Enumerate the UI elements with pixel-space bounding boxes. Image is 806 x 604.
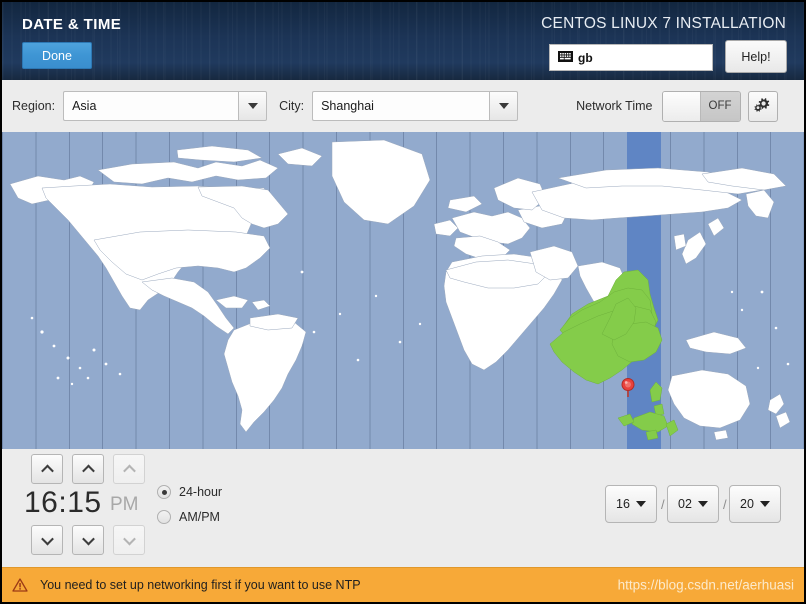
chevron-down-icon [759, 501, 770, 507]
date-separator-2: / [723, 497, 727, 512]
day-dropdown[interactable]: 16 [605, 485, 657, 523]
ntp-config-button[interactable] [747, 90, 778, 122]
done-button-label: Done [42, 48, 72, 63]
radio-24-hour-label: 24-hour [179, 485, 223, 499]
radio-am-pm-label: AM/PM [179, 510, 220, 524]
radio-button-indicator [157, 510, 171, 524]
chevron-down-icon [122, 532, 136, 545]
city-value: Shanghai [312, 91, 490, 121]
keyboard-layout-label: gb [578, 50, 593, 65]
ampm-decrement-button [113, 525, 145, 555]
chevron-up-icon [40, 464, 54, 477]
page-title: DATE & TIME [22, 16, 122, 33]
region-dropdown[interactable]: Asia [63, 91, 268, 121]
warning-message: You need to set up networking first if y… [40, 578, 361, 592]
installation-title: CENTOS LINUX 7 INSTALLATION [541, 15, 786, 32]
chevron-down-icon [238, 91, 268, 121]
city-label: City: [279, 99, 305, 113]
help-button[interactable]: Help! [725, 40, 787, 73]
warning-triangle-icon [12, 578, 28, 592]
region-value: Asia [63, 91, 239, 121]
done-button[interactable]: Done [22, 42, 92, 69]
hour-decrement-button[interactable] [31, 525, 63, 555]
world-map-landmasses [9, 139, 791, 441]
month-value: 02 [678, 497, 692, 511]
minute-increment-button[interactable] [72, 454, 104, 484]
chevron-down-icon [489, 91, 519, 121]
region-label: Region: [12, 99, 56, 113]
radio-button-indicator [157, 485, 171, 499]
help-button-label: Help! [741, 49, 771, 64]
city-dropdown[interactable]: Shanghai [312, 91, 519, 121]
radio-24-hour[interactable]: 24-hour [157, 485, 222, 499]
keyboard-icon [558, 49, 573, 67]
highlighted-timezone-regions [549, 269, 679, 441]
day-value: 16 [616, 497, 630, 511]
installer-header: DATE & TIME Done CENTOS LINUX 7 INSTALLA… [2, 2, 804, 80]
watermark-url: https://blog.csdn.net/aerhuasi [617, 577, 794, 593]
chevron-down-icon [635, 501, 646, 507]
minute-decrement-button[interactable] [72, 525, 104, 555]
date-time-screen: DATE & TIME Done CENTOS LINUX 7 INSTALLA… [0, 0, 806, 604]
timezone-toolbar: Region: Asia City: Shanghai Network Time… [2, 80, 804, 132]
date-separator-1: / [661, 497, 665, 512]
radio-am-pm[interactable]: AM/PM [157, 510, 220, 524]
ampm-display: PM [110, 494, 139, 515]
month-dropdown[interactable]: 02 [667, 485, 719, 523]
chevron-down-icon [81, 532, 95, 545]
network-time-label: Network Time [576, 99, 653, 113]
map-pin-icon [621, 378, 635, 397]
network-time-toggle[interactable]: OFF [661, 90, 741, 122]
toggle-knob [662, 91, 701, 121]
warning-bar: You need to set up networking first if y… [2, 567, 804, 602]
year-dropdown[interactable]: 20 [729, 485, 781, 523]
ampm-increment-button [113, 454, 145, 484]
keyboard-layout-indicator[interactable]: gb [549, 44, 713, 71]
chevron-up-icon [81, 464, 95, 477]
chevron-up-icon [122, 464, 136, 477]
timezone-map[interactable] [2, 132, 804, 449]
chevron-down-icon [40, 532, 54, 545]
gear-icon [754, 95, 771, 117]
chevron-down-icon [697, 501, 708, 507]
network-time-state: OFF [700, 91, 740, 121]
hour-increment-button[interactable] [31, 454, 63, 484]
year-value: 20 [740, 497, 754, 511]
time-display: 16:15 [24, 486, 102, 519]
